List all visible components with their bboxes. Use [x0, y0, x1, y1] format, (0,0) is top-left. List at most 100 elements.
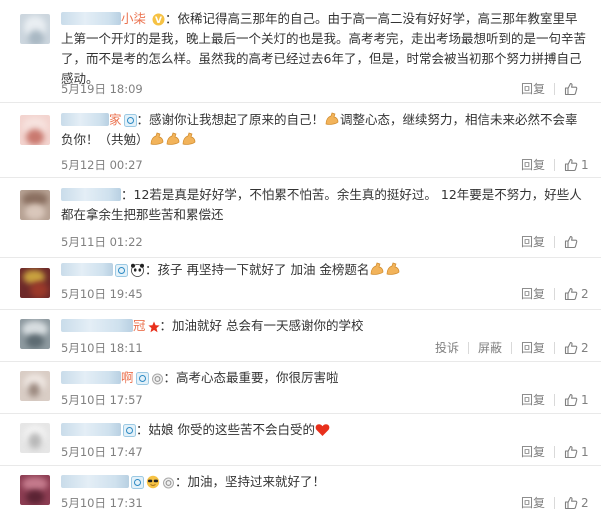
like-button[interactable]: 1 [564, 443, 589, 461]
block-button[interactable]: 屏蔽 [478, 339, 502, 357]
like-thumb-icon [564, 496, 578, 510]
like-thumb-icon [564, 341, 578, 355]
user-name-tail[interactable]: 冠 [133, 318, 146, 333]
like-count: 2 [581, 341, 589, 355]
red-star-icon [147, 321, 160, 333]
user-name[interactable] [61, 423, 121, 436]
comment-text: 高考心态最重要，你很厉害啦 [176, 370, 339, 385]
user-name-tail[interactable]: 啊 [121, 370, 134, 385]
divider [554, 236, 555, 248]
report-button[interactable]: 投诉 [435, 339, 459, 357]
panda-emoji [131, 263, 144, 277]
comment-text-line: 家：感谢你让我想起了原来的自己！ 调整心态，继续努力，相信未来必然不会辜负你！（共… [61, 112, 578, 147]
eye-badge-icon [123, 114, 137, 127]
reply-button[interactable]: 回复 [521, 443, 545, 461]
reply-button[interactable]: 回复 [521, 80, 545, 98]
muscle-emoji [371, 262, 384, 275]
comment-time: 5月10日 17:57 [61, 393, 143, 407]
eye-badge-icon [131, 476, 144, 489]
divider [554, 342, 555, 354]
user-name[interactable] [61, 319, 133, 332]
comment-text: 姑娘 你受的这些苦不会白受的 [148, 422, 315, 437]
comment-item: ：12若是真是好好学，不怕累不怕苦。余生真的挺好过。 12年要是不努力，好些人都… [0, 178, 601, 258]
comment-text: 加油就好 总会有一天感谢你的学校 [172, 318, 364, 333]
muscle-emoji [166, 132, 179, 145]
divider [467, 342, 469, 354]
user-name[interactable] [61, 263, 113, 276]
avatar[interactable] [20, 371, 50, 401]
comment-time: 5月12日 00:27 [61, 158, 143, 172]
comment-text-line: ：姑娘 你受的这些苦不会白受的 [61, 420, 589, 440]
comment-item: 家：感谢你让我想起了原来的自己！ 调整心态，继续努力，相信未来必然不会辜负你！（共… [0, 103, 601, 178]
user-name[interactable] [61, 475, 129, 488]
divider [554, 159, 555, 171]
divider [510, 342, 512, 354]
like-count: 1 [581, 158, 589, 172]
comment-time: 5月10日 17:31 [61, 496, 143, 510]
comment-time: 5月10日 19:45 [61, 287, 143, 301]
user-name[interactable] [61, 12, 121, 25]
sunglasses-emoji [146, 475, 160, 489]
comment-text-line: 啊：高考心态最重要，你很厉害啦 [61, 368, 589, 388]
reply-button[interactable]: 回复 [521, 494, 545, 512]
comment-time: 5月19日 18:09 [61, 82, 143, 96]
comment-time: 5月10日 18:11 [61, 341, 143, 355]
like-count: 1 [581, 445, 589, 459]
medal-badge-icon [163, 477, 174, 489]
avatar[interactable] [20, 14, 50, 44]
avatar[interactable] [20, 319, 50, 349]
divider [554, 446, 555, 458]
reply-button[interactable]: 回复 [521, 391, 545, 409]
like-button[interactable] [564, 82, 589, 96]
comment-time: 5月11日 01:22 [61, 235, 143, 249]
user-name[interactable] [61, 371, 121, 384]
like-thumb-icon [564, 158, 578, 172]
comment-text-line: ：加油，坚持过来就好了！ [61, 472, 589, 492]
comment-text-line: ：孩子 再坚持一下就好了 加油 金榜题名 [61, 260, 589, 280]
like-count: 1 [581, 393, 589, 407]
eye-badge-icon [135, 372, 149, 385]
reply-button[interactable]: 回复 [521, 233, 545, 251]
comment-item: 冠：加油就好 总会有一天感谢你的学校 5月10日 18:11 投诉 屏蔽 回复 … [0, 310, 601, 362]
reply-button[interactable]: 回复 [521, 285, 545, 303]
like-thumb-icon [564, 445, 578, 459]
comment-item: 小柒 V ：依稀记得高三那年的自己。由于高一高二没有好好学，高三那年教室里早上第一… [0, 0, 601, 103]
like-button[interactable]: 2 [564, 285, 589, 303]
user-name-tail[interactable]: 家 [109, 112, 122, 127]
like-thumb-icon [564, 393, 578, 407]
reply-button[interactable]: 回复 [521, 339, 545, 357]
vip-badge-icon: V [152, 13, 165, 26]
divider [554, 497, 555, 509]
comment-text: 12若是真是好好学，不怕累不怕苦。余生真的挺好过。 12年要是不努力，好些人都在… [61, 187, 582, 222]
like-button[interactable] [564, 235, 589, 249]
reply-button[interactable]: 回复 [521, 156, 545, 174]
avatar[interactable] [20, 115, 50, 145]
like-thumb-icon [564, 235, 578, 249]
like-count: 2 [581, 496, 589, 510]
like-button[interactable]: 2 [564, 494, 589, 512]
user-name-tail[interactable]: 小柒 [121, 11, 146, 26]
comment-text: 加油，坚持过来就好了！ [187, 474, 326, 489]
eye-badge-icon [123, 424, 136, 437]
comment-item: ：加油，坚持过来就好了！ 5月10日 17:31 回复 2 [0, 466, 601, 512]
like-button[interactable]: 1 [564, 391, 589, 409]
svg-text:V: V [155, 16, 162, 26]
like-button[interactable]: 2 [564, 339, 589, 357]
heart-emoji [315, 424, 330, 436]
muscle-emoji [325, 112, 339, 125]
like-button[interactable]: 1 [564, 156, 589, 174]
comment-item: ：孩子 再坚持一下就好了 加油 金榜题名 5月10日 19:45 回复 2 [0, 258, 601, 310]
muscle-emoji [387, 262, 400, 275]
muscle-emoji [150, 132, 163, 145]
like-thumb-icon [564, 287, 578, 301]
comment-time: 5月10日 17:47 [61, 445, 143, 459]
user-name[interactable] [61, 188, 121, 201]
avatar[interactable] [20, 475, 50, 505]
avatar[interactable] [20, 190, 50, 220]
eye-badge-icon [115, 264, 128, 277]
like-count: 2 [581, 287, 589, 301]
divider [554, 288, 555, 300]
user-name[interactable] [61, 113, 109, 126]
avatar[interactable] [20, 268, 50, 298]
avatar[interactable] [20, 423, 50, 453]
